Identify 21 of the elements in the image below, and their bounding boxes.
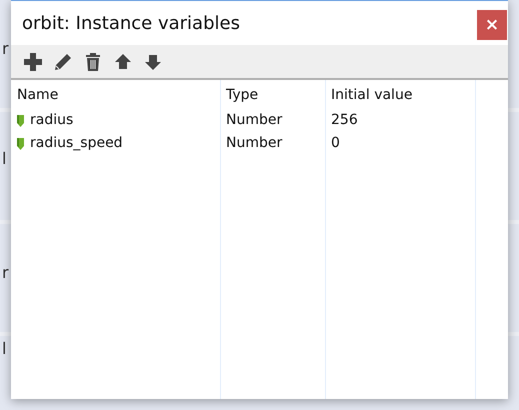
background-text: r [2,265,9,281]
table-cell-text: Number [225,134,284,153]
up-arrow-icon[interactable] [113,52,133,72]
close-button[interactable]: × [477,10,507,40]
column-header[interactable]: Name [11,80,220,107]
background-text: l [2,341,6,357]
column-header[interactable]: Type [220,80,325,107]
column-header[interactable]: Initial value [325,80,475,107]
table-cell-text: 0 [330,134,341,153]
table-cell-text: Number [225,111,284,130]
window-title: orbit: Instance variables [22,12,240,36]
pencil-icon[interactable] [53,52,73,72]
table-cell-text: 256 [330,111,359,130]
trash-icon[interactable] [83,52,103,72]
table-cell-text: radius [30,111,74,130]
variable-icon [17,138,24,150]
background-text: l [2,151,6,167]
add-icon[interactable] [23,52,43,72]
table-cell-text: radius_speed [30,134,123,153]
background-text: r [2,41,9,57]
variable-icon [17,114,24,126]
